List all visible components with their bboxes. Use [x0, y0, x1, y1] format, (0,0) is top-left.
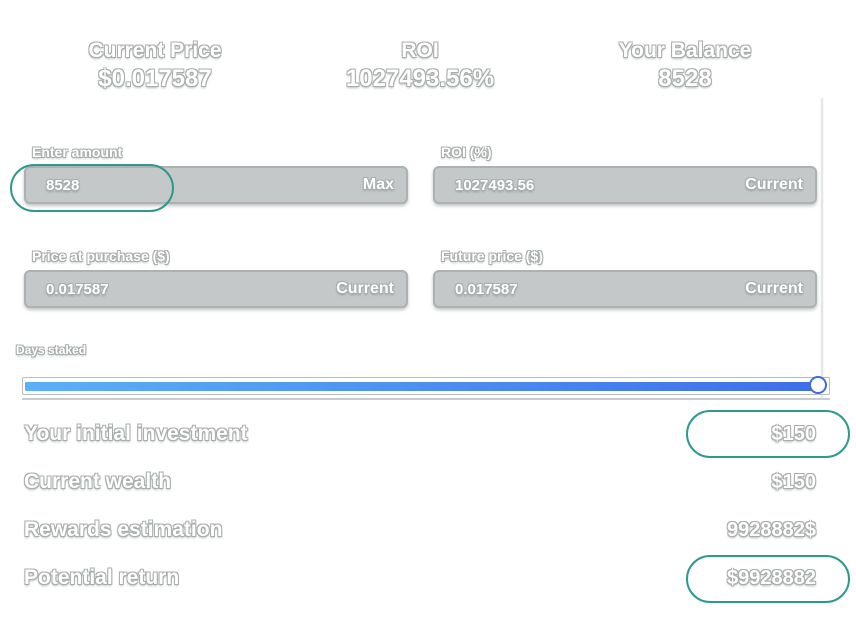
future-price-input[interactable]: 0.017587 Current — [433, 270, 817, 308]
roi-field-label: ROI (%) — [441, 144, 492, 160]
roi-input-value[interactable]: 1027493.56 — [455, 177, 534, 194]
current-price-stat: Current Price $0.017587 — [25, 38, 285, 94]
days-slider-label: Days staked — [16, 343, 87, 357]
days-slider[interactable] — [22, 376, 830, 395]
future-price-field-group: Future price ($) 0.017587 Current — [433, 248, 817, 308]
current-wealth-value: $150 — [771, 470, 817, 493]
days-slider-handle[interactable] — [809, 376, 827, 394]
purchase-price-current-button[interactable]: Current — [336, 280, 394, 298]
future-price-current-button[interactable]: Current — [745, 280, 803, 298]
roi-stat: ROI 1027493.56% — [290, 38, 550, 94]
summary-row-rewards-estimation: Rewards estimation 9928882$ — [24, 518, 816, 542]
max-button[interactable]: Max — [363, 176, 394, 194]
rewards-estimation-value: 9928882$ — [727, 518, 816, 541]
purchase-price-input[interactable]: 0.017587 Current — [24, 270, 408, 308]
roi-value: 1027493.56% — [345, 65, 495, 92]
investment-highlight-oval — [686, 410, 850, 458]
days-slider-fill — [25, 382, 821, 391]
panel-edge — [820, 98, 824, 398]
summary-row-current-wealth: Current wealth $150 — [24, 470, 816, 494]
amount-highlight-oval — [10, 164, 174, 212]
slider-divider — [22, 398, 830, 400]
rewards-estimation-label: Rewards estimation — [24, 518, 223, 541]
current-price-value: $0.017587 — [98, 65, 212, 92]
balance-stat: Your Balance 8528 — [555, 38, 815, 94]
balance-value: 8528 — [658, 65, 712, 92]
future-price-field-label: Future price ($) — [441, 248, 543, 264]
roi-input[interactable]: 1027493.56 Current — [433, 166, 817, 204]
initial-investment-label: Your initial investment — [24, 422, 248, 445]
current-price-label: Current Price — [88, 39, 222, 62]
balance-label: Your Balance — [618, 39, 752, 62]
future-price-input-value[interactable]: 0.017587 — [455, 281, 518, 298]
potential-return-label: Potential return — [24, 566, 180, 589]
potential-return-highlight-oval — [686, 555, 850, 603]
purchase-price-field-label: Price at purchase ($) — [32, 248, 170, 264]
roi-label: ROI — [401, 39, 439, 62]
current-wealth-label: Current wealth — [24, 470, 172, 493]
purchase-price-field-group: Price at purchase ($) 0.017587 Current — [24, 248, 408, 308]
roi-field-group: ROI (%) 1027493.56 Current — [433, 144, 817, 204]
roi-current-button[interactable]: Current — [745, 176, 803, 194]
purchase-price-input-value[interactable]: 0.017587 — [46, 281, 109, 298]
amount-field-label: Enter amount — [32, 144, 123, 160]
